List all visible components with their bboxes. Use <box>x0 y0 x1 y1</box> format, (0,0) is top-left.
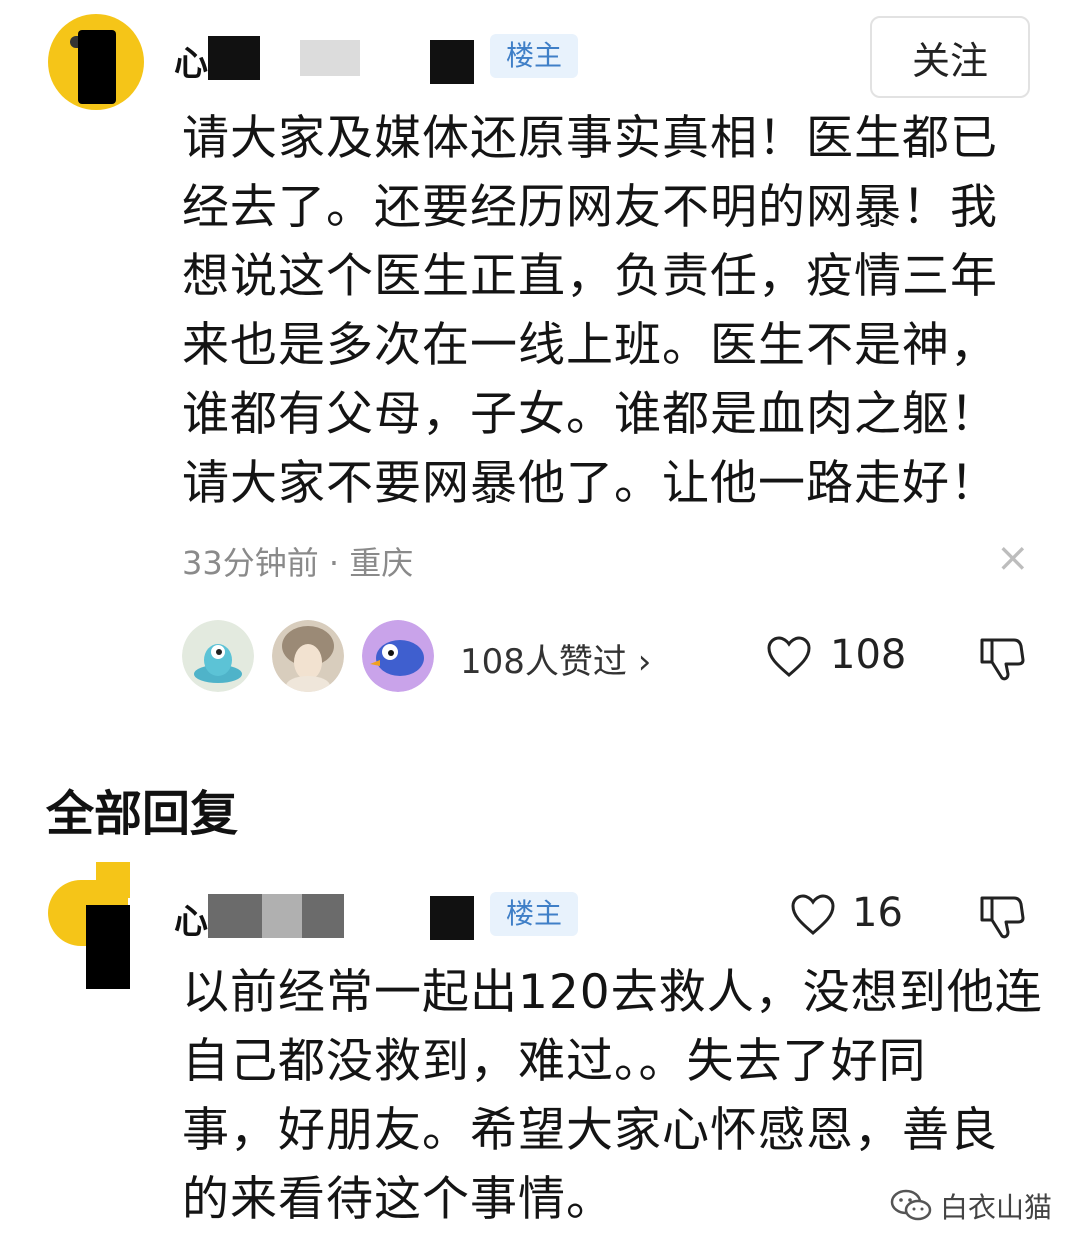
post-line: 请大家不要网暴他了。让他一路走好！ <box>182 456 998 511</box>
dislike-icon[interactable] <box>978 634 1026 686</box>
close-icon[interactable]: × <box>996 538 1030 578</box>
like-count: 108 <box>830 632 907 678</box>
username-redaction <box>262 894 302 938</box>
username-redaction <box>300 40 360 76</box>
liker-avatar[interactable] <box>362 620 434 692</box>
username-redaction <box>302 894 344 938</box>
reply-avatar-part <box>96 862 130 898</box>
post-line: 谁都有父母，子女。谁都是血肉之躯！ <box>182 387 998 442</box>
heart-icon[interactable] <box>766 636 812 682</box>
avatar-redaction <box>86 905 130 989</box>
likers-link[interactable]: 108人赞过 › <box>460 634 651 683</box>
heart-icon[interactable] <box>790 894 836 940</box>
post-line: 经去了。还要经历网友不明的网暴！我 <box>182 180 998 235</box>
reply-line: 自己都没救到，难过。。失去了好同 <box>182 1034 927 1089</box>
watermark-text: 白衣山猫 <box>940 1191 1053 1224</box>
op-badge: 楼主 <box>490 892 579 936</box>
username-redaction <box>208 894 262 938</box>
post-line: 想说这个医生正直，负责任，疫情三年 <box>182 249 998 304</box>
username-redaction <box>430 40 474 84</box>
watermark: 白衣山猫 <box>890 1186 1052 1226</box>
post-body: 请大家及媒体还原事实真相！医生都已 经去了。还要经历网友不明的网暴！我 想说这个… <box>182 104 1042 518</box>
post-line: 来也是多次在一线上班。医生不是神， <box>182 318 998 373</box>
post-line: 请大家及媒体还原事实真相！医生都已 <box>182 111 998 166</box>
section-title: 全部回复 <box>46 786 239 842</box>
wechat-icon <box>890 1189 932 1221</box>
reply-line: 事，好朋友。希望大家心怀感恩，善良 <box>182 1103 998 1158</box>
liker-avatar[interactable] <box>182 620 254 692</box>
op-badge: 楼主 <box>490 34 579 78</box>
username-redaction <box>430 896 474 940</box>
author-name[interactable]: 心 <box>174 36 208 85</box>
reply-author-name[interactable]: 心 <box>174 894 208 943</box>
follow-button[interactable]: 关注 <box>870 16 1030 98</box>
reply-like-count: 16 <box>852 890 903 936</box>
post-meta: 33分钟前 · 重庆 <box>182 544 414 582</box>
author-avatar[interactable] <box>48 14 144 110</box>
username-redaction <box>208 36 260 80</box>
liker-avatar[interactable] <box>272 620 344 692</box>
dislike-icon[interactable] <box>978 892 1026 944</box>
reply-line: 以前经常一起出120去救人，没想到他连 <box>182 965 1043 1020</box>
